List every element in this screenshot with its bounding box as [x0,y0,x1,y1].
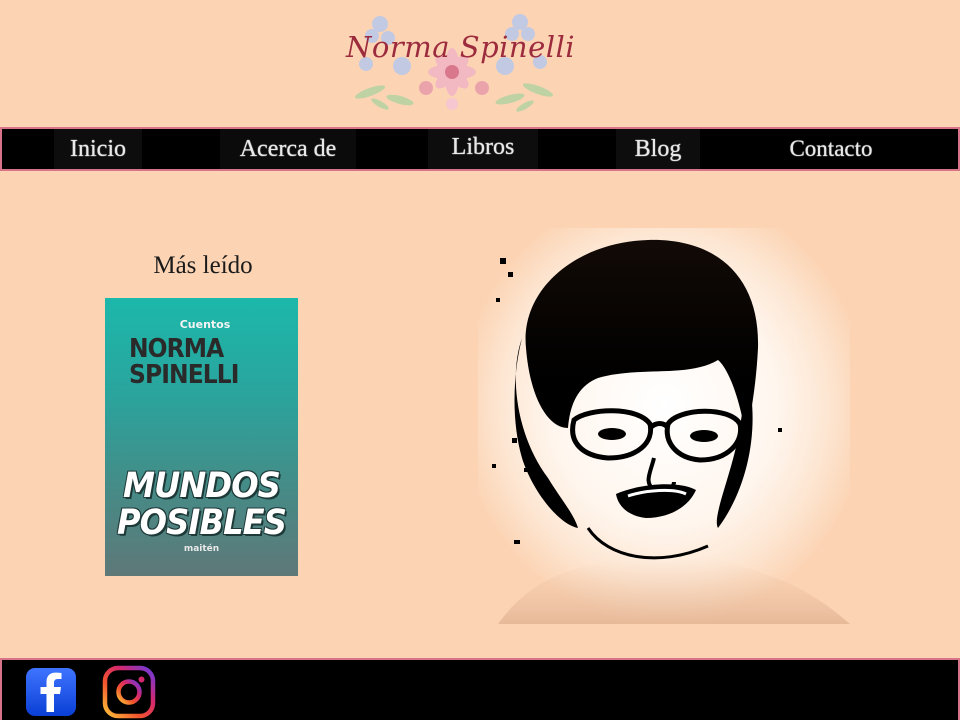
book-genre: Cuentos [179,318,231,331]
nav-item-inicio[interactable]: Inicio [54,129,142,169]
site-title: Norma Spinelli [346,30,576,64]
book-publisher: maitén [183,544,220,554]
book-author-last: SPINELLI [129,360,240,390]
author-portrait [478,228,850,624]
page: Norma Spinelli Inicio Acerca de Libros B… [0,0,960,720]
nav-item-blog[interactable]: Blog [616,129,700,169]
nav-item-contacto[interactable]: Contacto [780,129,882,169]
book-title-line1: MUNDOS [123,466,281,506]
site-logo[interactable]: Norma Spinelli [340,4,576,122]
nav-item-acerca-de[interactable]: Acerca de [220,129,356,169]
main-nav: Inicio Acerca de Libros Blog Contacto [0,127,960,171]
book-title-line2: POSIBLES [116,503,287,543]
book-cover[interactable]: Cuentos NORMA SPINELLI MUNDOS POSIBLES m… [105,298,298,576]
footer [0,658,960,720]
facebook-icon[interactable] [24,666,78,718]
nav-item-libros[interactable]: Libros [428,129,538,169]
instagram-icon[interactable] [102,665,156,719]
section-title: Más leído [153,252,253,279]
